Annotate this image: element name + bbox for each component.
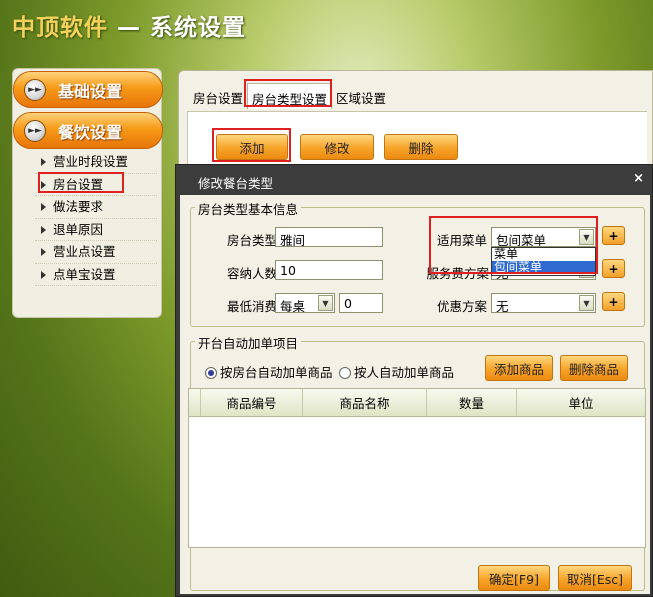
grid-row-selector <box>189 389 201 416</box>
goods-grid[interactable]: 商品编号 商品名称 数量 单位 <box>188 388 646 548</box>
nav-basic-label: 基础设置 <box>58 81 123 101</box>
min-spend-unit-select[interactable]: 每桌 ▼ <box>275 293 335 313</box>
capacity-label: 容纳人数 <box>226 266 277 281</box>
add-goods-button[interactable]: 添加商品 <box>485 355 553 381</box>
nav-item-business-points[interactable]: 营业点设置 <box>35 241 157 264</box>
add-button[interactable]: 添加 <box>216 134 288 160</box>
play-arrow-icon: ►► <box>24 119 46 142</box>
service-fee-label: 服务费方案 <box>426 266 489 281</box>
discount-value: 无 <box>496 299 509 313</box>
col-goods-code[interactable]: 商品编号 <box>201 389 303 416</box>
basic-info-legend: 房台类型基本信息 <box>195 199 302 218</box>
chevron-down-icon: ▼ <box>579 295 594 311</box>
dialog-body: 房台类型基本信息 房台类型 雅间 容纳人数 10 最低消费 每桌 ▼ 0 适用菜… <box>180 195 650 594</box>
col-quantity[interactable]: 数量 <box>427 389 517 416</box>
menu-select-value: 包间菜单 <box>496 233 547 247</box>
add-discount-button[interactable]: + <box>602 292 625 311</box>
dining-submenu: 营业时段设置 房台设置 做法要求 退单原因 营业点设置 点单宝设置 <box>35 151 157 286</box>
menu-select[interactable]: 包间菜单 ▼ <box>491 227 596 247</box>
capacity-input[interactable]: 10 <box>275 260 383 280</box>
edit-button[interactable]: 修改 <box>300 134 374 160</box>
nav-item-business-hours[interactable]: 营业时段设置 <box>35 151 157 174</box>
nav-dining-settings[interactable]: ►► 餐饮设置 <box>13 112 163 149</box>
radio-by-room-label: 按房台自动加单商品 <box>220 365 333 380</box>
tab-content: 添加 修改 删除 <box>187 111 647 171</box>
settings-nav: ►► 基础设置 ►► 餐饮设置 营业时段设置 房台设置 做法要求 退单原因 营业… <box>12 68 163 318</box>
tab-room-table[interactable]: 房台设置 <box>189 83 247 109</box>
discount-select[interactable]: 无 ▼ <box>491 293 596 313</box>
tab-room-type[interactable]: 房台类型设置 <box>247 83 333 109</box>
nav-basic-settings[interactable]: ►► 基础设置 <box>13 71 163 108</box>
add-menu-button[interactable]: + <box>602 226 625 245</box>
edit-room-type-dialog: 修改餐台类型 × 房台类型基本信息 房台类型 雅间 容纳人数 10 最低消费 每… <box>175 164 653 597</box>
min-spend-input[interactable]: 0 <box>339 293 383 313</box>
delete-goods-button[interactable]: 删除商品 <box>560 355 628 381</box>
col-goods-name[interactable]: 商品名称 <box>303 389 427 416</box>
plus-icon: + <box>608 228 619 243</box>
title-suffix: — 系统设置 <box>108 15 247 41</box>
plus-icon: + <box>608 294 619 309</box>
play-arrow-icon: ►► <box>24 78 46 101</box>
auto-add-legend: 开台自动加单项目 <box>195 333 302 352</box>
radio-unchecked-icon <box>339 367 351 379</box>
radio-checked-icon <box>205 367 217 379</box>
nav-item-cooking-requests[interactable]: 做法要求 <box>35 196 157 219</box>
tab-bar: 房台设置 房台类型设置 区域设置 <box>189 83 390 109</box>
plus-icon: + <box>608 261 619 276</box>
ok-button[interactable]: 确定[F9] <box>478 565 550 591</box>
radio-by-person[interactable]: 按人自动加单商品 <box>339 362 454 381</box>
nav-item-room-table[interactable]: 房台设置 <box>35 174 157 196</box>
close-icon[interactable]: × <box>633 171 644 186</box>
menu-label: 适用菜单 <box>436 233 487 248</box>
brand-name: 中顶软件 <box>12 15 108 41</box>
chevron-down-icon: ▼ <box>318 295 333 311</box>
app-title: 中顶软件 — 系统设置 <box>12 8 246 42</box>
menu-dropdown-list: 菜单 包间菜单 <box>491 247 596 276</box>
room-type-input[interactable]: 雅间 <box>275 227 383 247</box>
nav-item-order-device[interactable]: 点单宝设置 <box>35 264 157 286</box>
basic-info-group: 房台类型基本信息 房台类型 雅间 容纳人数 10 最低消费 每桌 ▼ 0 适用菜… <box>190 199 645 327</box>
radio-by-person-label: 按人自动加单商品 <box>354 365 455 380</box>
tab-area[interactable]: 区域设置 <box>332 83 390 109</box>
dialog-title: 修改餐台类型 <box>198 176 274 191</box>
cancel-button[interactable]: 取消[Esc] <box>558 565 632 591</box>
menu-option-selected[interactable]: 包间菜单 <box>492 261 595 274</box>
add-service-fee-button[interactable]: + <box>602 259 625 278</box>
min-spend-label: 最低消费 <box>226 299 277 314</box>
grid-header: 商品编号 商品名称 数量 单位 <box>189 389 645 417</box>
min-spend-unit-value: 每桌 <box>280 299 306 313</box>
nav-item-return-reasons[interactable]: 退单原因 <box>35 219 157 241</box>
radio-by-room[interactable]: 按房台自动加单商品 <box>205 362 333 381</box>
room-type-label: 房台类型 <box>226 233 277 248</box>
chevron-down-icon: ▼ <box>579 229 594 245</box>
col-unit[interactable]: 单位 <box>517 389 645 416</box>
discount-label: 优惠方案 <box>436 299 487 314</box>
delete-button[interactable]: 删除 <box>384 134 458 160</box>
nav-dining-label: 餐饮设置 <box>58 122 123 142</box>
